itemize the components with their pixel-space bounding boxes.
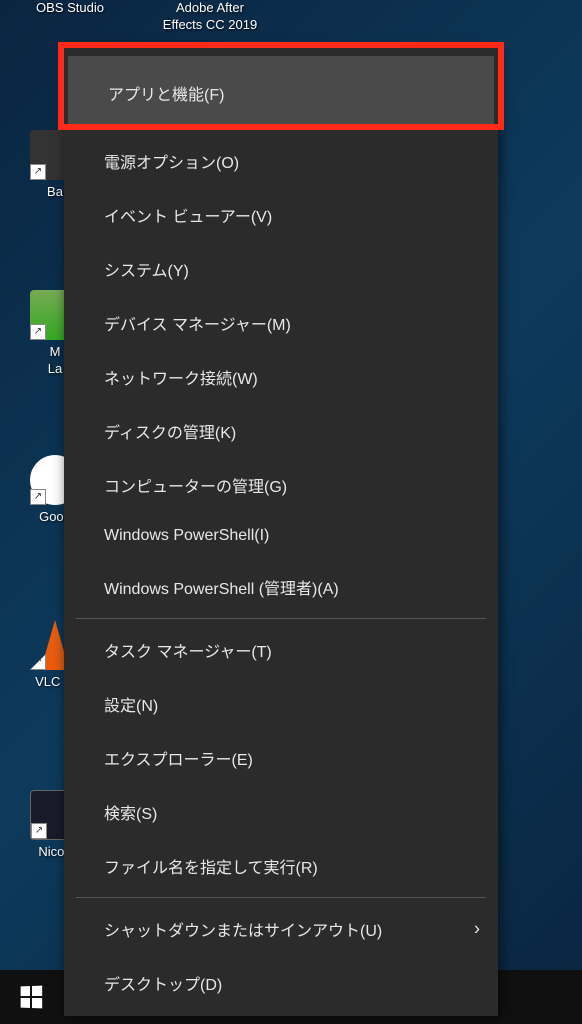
menu-item-powershell-admin[interactable]: Windows PowerShell (管理者)(A) (64, 560, 498, 614)
menu-item-system[interactable]: システム(Y) (64, 242, 498, 296)
menu-item-label: シャットダウンまたはサインアウト(U) (104, 923, 382, 940)
menu-item-label: Windows PowerShell(I) (104, 527, 269, 544)
menu-item-label: システム(Y) (104, 263, 189, 280)
menu-item-device-manager[interactable]: デバイス マネージャー(M) (64, 296, 498, 350)
menu-separator (76, 618, 486, 619)
shortcut-arrow-icon: ↗ (30, 324, 46, 340)
menu-item-label: エクスプローラー(E) (104, 752, 253, 769)
menu-item-apps-and-features[interactable]: アプリと機能(F) (68, 56, 494, 130)
menu-item-event-viewer[interactable]: イベント ビューアー(V) (64, 188, 498, 242)
winx-context-menu: アプリと機能(F) 電源オプション(O) イベント ビューアー(V) システム(… (64, 48, 498, 1016)
menu-item-power-options[interactable]: 電源オプション(O) (64, 134, 498, 188)
menu-item-explorer[interactable]: エクスプローラー(E) (64, 731, 498, 785)
menu-item-desktop[interactable]: デスクトップ(D) (64, 956, 498, 1010)
menu-item-network-connections[interactable]: ネットワーク接続(W) (64, 350, 498, 404)
shortcut-arrow-icon: ↗ (30, 489, 46, 505)
start-button[interactable] (0, 970, 62, 1024)
menu-item-settings[interactable]: 設定(N) (64, 677, 498, 731)
menu-item-label: ファイル名を指定して実行(R) (104, 860, 318, 877)
menu-item-label: 電源オプション(O) (104, 155, 239, 172)
menu-item-run[interactable]: ファイル名を指定して実行(R) (64, 839, 498, 893)
menu-item-label: デバイス マネージャー(M) (104, 317, 291, 334)
menu-item-label: デスクトップ(D) (104, 977, 222, 994)
shortcut-arrow-icon: ↗ (30, 164, 46, 180)
menu-item-task-manager[interactable]: タスク マネージャー(T) (64, 623, 498, 677)
menu-item-label: イベント ビューアー(V) (104, 209, 272, 226)
menu-item-label: コンピューターの管理(G) (104, 479, 287, 496)
menu-item-label: ネットワーク接続(W) (104, 371, 258, 388)
desktop-icon-after-effects[interactable]: Adobe After Effects CC 2019 (160, 0, 260, 34)
menu-item-label: 検索(S) (104, 806, 157, 823)
menu-item-label: Windows PowerShell (管理者)(A) (104, 581, 339, 598)
menu-item-powershell[interactable]: Windows PowerShell(I) (64, 512, 498, 560)
shortcut-arrow-icon: ↗ (31, 823, 47, 839)
menu-item-label: ディスクの管理(K) (104, 425, 236, 442)
desktop-icon-label: OBS Studio (20, 0, 120, 17)
menu-item-shutdown-signout[interactable]: シャットダウンまたはサインアウト(U) › (64, 902, 498, 956)
menu-separator (76, 897, 486, 898)
shortcut-arrow-icon: ↗ (30, 654, 46, 670)
desktop-icon-label: Adobe After Effects CC 2019 (160, 0, 260, 34)
menu-item-label: アプリと機能(F) (108, 87, 224, 104)
menu-item-label: タスク マネージャー(T) (104, 644, 272, 661)
menu-item-disk-management[interactable]: ディスクの管理(K) (64, 404, 498, 458)
chevron-right-icon: › (474, 919, 480, 940)
menu-item-label: 設定(N) (104, 698, 158, 715)
desktop-icon-obs[interactable]: OBS Studio (20, 0, 120, 17)
menu-item-search[interactable]: 検索(S) (64, 785, 498, 839)
windows-logo-icon (21, 986, 43, 1009)
menu-item-computer-management[interactable]: コンピューターの管理(G) (64, 458, 498, 512)
